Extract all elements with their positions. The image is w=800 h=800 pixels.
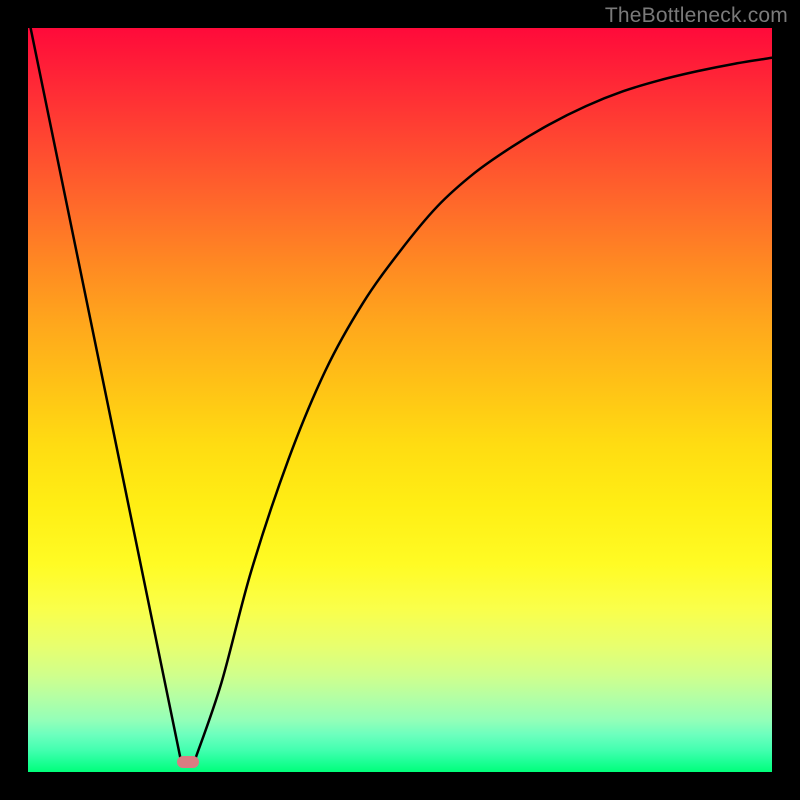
curve-left — [31, 28, 181, 759]
chart-frame: TheBottleneck.com — [0, 0, 800, 800]
curve-right — [195, 58, 772, 759]
bottleneck-marker — [177, 756, 199, 768]
watermark-text: TheBottleneck.com — [605, 4, 788, 28]
curve-svg — [28, 28, 772, 772]
plot-area — [28, 28, 772, 772]
